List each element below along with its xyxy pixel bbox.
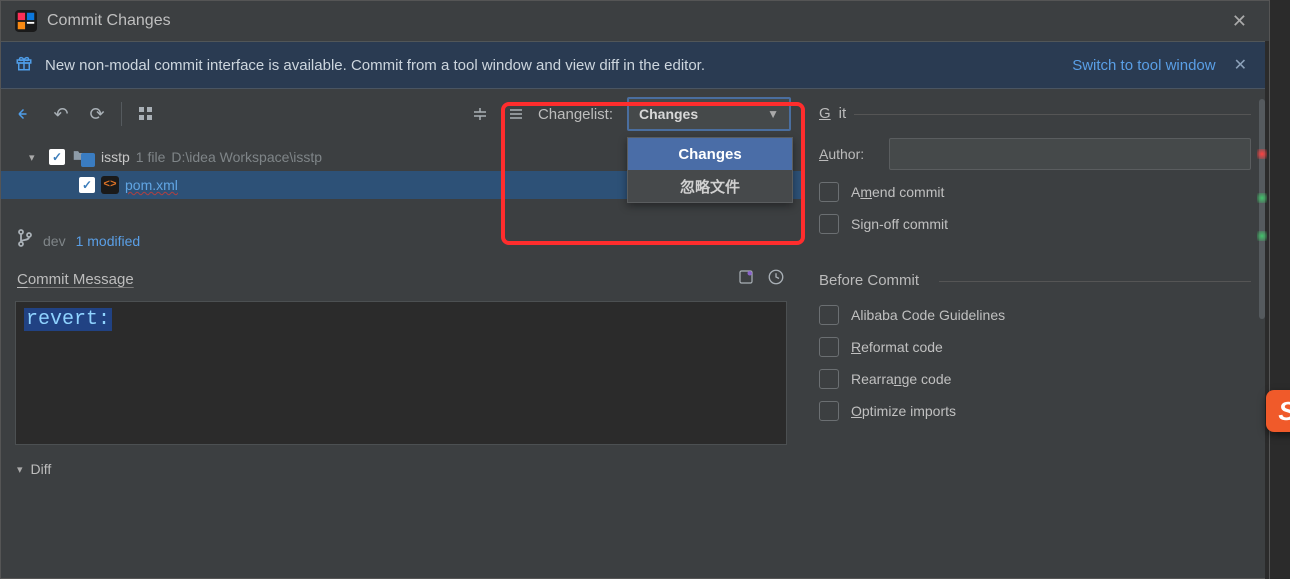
group-by-icon[interactable] (132, 100, 160, 128)
sogou-ime-badge[interactable]: S (1266, 390, 1290, 432)
modified-link[interactable]: 1 modified (76, 233, 141, 249)
changelist-label: Changelist: (538, 106, 613, 123)
branch-status-row: dev 1 modified (1, 221, 801, 258)
branch-icon (17, 229, 33, 252)
collapse-all-icon[interactable] (502, 100, 530, 128)
signoff-commit-option[interactable]: Sign-off commit (819, 214, 1251, 234)
undo-icon[interactable]: ↶ (47, 100, 75, 128)
tip-switch-link[interactable]: Switch to tool window (1072, 57, 1215, 74)
commit-message-input[interactable]: revert: (15, 301, 787, 445)
close-button[interactable]: ✕ (1224, 7, 1255, 36)
optimize-option[interactable]: Optimize imports (819, 401, 1251, 421)
rearrange-option[interactable]: Rearrange code (819, 369, 1251, 389)
checkbox-file[interactable]: ✓ (79, 177, 95, 193)
diff-label: Diff (31, 461, 52, 477)
xml-file-icon: <> (101, 176, 119, 194)
amend-commit-option[interactable]: Amend commit (819, 182, 1251, 202)
optimize-label: Optimize imports (851, 403, 956, 419)
dropdown-item-ignore[interactable]: 忽略文件 (628, 170, 792, 202)
branch-name: dev (43, 233, 66, 249)
checkbox-signoff[interactable] (819, 214, 839, 234)
project-path: D:\idea Workspace\isstp (171, 149, 322, 165)
gutter-mark-ok-1 (1257, 193, 1267, 203)
gutter-mark-error (1257, 149, 1267, 159)
author-input[interactable] (889, 138, 1251, 170)
before-commit-section-title: Before Commit (819, 272, 1251, 289)
signoff-label: Sign-off commit (851, 216, 948, 232)
changelist-combo[interactable]: Changes ▼ Changes 忽略文件 (627, 97, 791, 131)
rearrange-label: Rearrange code (851, 371, 951, 387)
dialog-title: Commit Changes (47, 12, 1224, 30)
changelist-selected: Changes (639, 106, 698, 122)
checkbox-amend[interactable] (819, 182, 839, 202)
checkbox-optimize[interactable] (819, 401, 839, 421)
dropdown-item-changes[interactable]: Changes (628, 138, 792, 170)
alibaba-option[interactable]: Alibaba Code Guidelines (819, 305, 1251, 325)
tip-close-button[interactable]: ✕ (1226, 51, 1255, 79)
changelist-dropdown: Changes 忽略文件 (627, 137, 793, 203)
reformat-option[interactable]: Reformat code (819, 337, 1251, 357)
commit-message-text: revert: (24, 308, 112, 331)
right-pane: Git Author: Amend commit Sign-off commit… (801, 89, 1269, 579)
gutter-mark-ok-2 (1257, 231, 1267, 241)
expand-icon[interactable]: ▾ (29, 151, 43, 164)
checkbox-rearrange[interactable] (819, 369, 839, 389)
diff-section-header[interactable]: ▾ Diff (1, 455, 801, 483)
commit-message-label: Commit Message (17, 271, 134, 288)
checkbox-project[interactable]: ✓ (49, 149, 65, 165)
project-name: isstp (101, 149, 130, 165)
author-label: Author: (819, 146, 879, 162)
tip-text: New non-modal commit interface is availa… (45, 57, 1072, 74)
author-row: Author: (819, 138, 1251, 170)
alibaba-label: Alibaba Code Guidelines (851, 307, 1005, 323)
left-pane: ↶ ⟳ (1, 89, 801, 579)
chevron-down-icon: ▼ (767, 107, 779, 121)
checkbox-reformat[interactable] (819, 337, 839, 357)
commit-msg-settings-icon[interactable] (737, 268, 755, 291)
reformat-label: Reformat code (851, 339, 943, 355)
editor-gutter-strip (1265, 41, 1269, 579)
commit-message-header: Commit Message (1, 258, 801, 297)
changes-toolbar: ↶ ⟳ (1, 89, 801, 139)
commit-msg-history-icon[interactable] (767, 268, 785, 291)
amend-label: Amend commit (851, 184, 944, 200)
refresh-icon[interactable]: ⟳ (83, 100, 111, 128)
rollback-icon[interactable] (11, 100, 39, 128)
diff-expand-icon[interactable]: ▾ (17, 463, 23, 476)
expand-all-icon[interactable] (466, 100, 494, 128)
project-folder-icon (71, 148, 95, 166)
titlebar: Commit Changes ✕ (1, 1, 1269, 42)
file-count: 1 file (136, 149, 166, 165)
gift-icon (15, 54, 33, 77)
git-section-title: Git (819, 105, 1251, 122)
intellij-icon (15, 10, 37, 32)
commit-dialog: Commit Changes ✕ New non-modal commit in… (0, 0, 1270, 579)
checkbox-alibaba[interactable] (819, 305, 839, 325)
file-name: pom.xml (125, 177, 178, 193)
tip-banner: New non-modal commit interface is availa… (1, 42, 1269, 89)
